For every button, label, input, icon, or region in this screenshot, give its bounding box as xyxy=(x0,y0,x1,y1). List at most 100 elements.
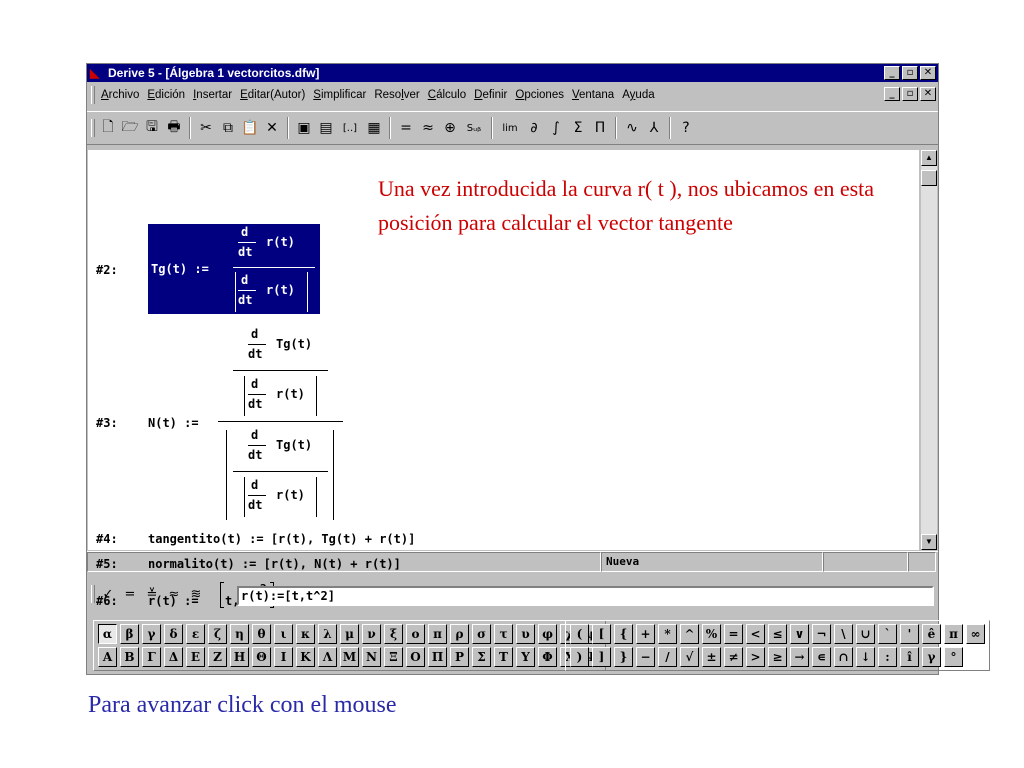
footer-instruction[interactable]: Para avanzar click con el mouse xyxy=(88,692,397,719)
symbol-key[interactable]: % xyxy=(702,624,721,644)
symbol-key[interactable]: ξ xyxy=(384,624,403,644)
symbol-key[interactable]: Τ xyxy=(494,647,513,667)
scroll-up-button[interactable]: ▲ xyxy=(921,150,937,166)
symbol-key[interactable]: φ xyxy=(538,624,557,644)
simplify-icon[interactable]: = xyxy=(395,117,417,139)
symbol-key[interactable]: Α xyxy=(98,647,117,667)
menu-item-archivo[interactable]: Archivo xyxy=(97,89,143,101)
symbol-key[interactable]: σ xyxy=(472,624,491,644)
symbol-key[interactable]: / xyxy=(658,647,677,667)
zoom-icon[interactable]: ⊕ xyxy=(439,117,461,139)
symbol-key[interactable]: ↓ xyxy=(856,647,875,667)
doc-minimize-button[interactable]: _ xyxy=(884,87,900,101)
symbol-key[interactable]: Ι xyxy=(274,647,293,667)
symbol-key[interactable]: κ xyxy=(296,624,315,644)
symbol-key[interactable]: + xyxy=(636,624,655,644)
approximate-icon[interactable]: ≈ xyxy=(417,117,439,139)
symbol-key[interactable]: ± xyxy=(702,647,721,667)
scroll-down-button[interactable]: ▼ xyxy=(921,534,937,550)
symbol-key[interactable]: ∨ xyxy=(790,624,809,644)
symbol-key[interactable]: ) xyxy=(570,647,589,667)
expression-input[interactable] xyxy=(237,586,934,606)
symbol-key[interactable]: \ xyxy=(834,624,853,644)
symbol-key[interactable]: − xyxy=(636,647,655,667)
symbol-key[interactable]: ' xyxy=(900,624,919,644)
symbol-key[interactable]: Κ xyxy=(296,647,315,667)
symbol-key[interactable]: α xyxy=(98,624,117,644)
solve-icon[interactable]: ⅄ xyxy=(643,117,665,139)
symbol-key[interactable]: Θ xyxy=(252,647,271,667)
symbol-key[interactable]: ` xyxy=(878,624,897,644)
symbol-key[interactable]: Λ xyxy=(318,647,337,667)
symbol-key[interactable]: } xyxy=(614,647,633,667)
symbol-key[interactable]: Υ xyxy=(516,647,535,667)
symbol-key[interactable]: ≠ xyxy=(724,647,743,667)
symbol-key[interactable]: Μ xyxy=(340,647,359,667)
expr-4[interactable]: tangentito(t) := [r(t), Tg(t) + r(t)] xyxy=(148,532,415,546)
symbol-key[interactable]: ° xyxy=(944,647,963,667)
author-expression-icon[interactable]: ▣ xyxy=(293,117,315,139)
symbol-key[interactable]: Ρ xyxy=(450,647,469,667)
symbol-key[interactable]: > xyxy=(746,647,765,667)
symbol-key[interactable]: ∊ xyxy=(812,647,831,667)
author-simplify-exact-icon[interactable]: ≚ xyxy=(141,587,163,602)
symbol-key[interactable]: ρ xyxy=(450,624,469,644)
symbol-key[interactable]: ι xyxy=(274,624,293,644)
menu-item-simplificar[interactable]: Simplificar xyxy=(309,89,370,101)
symbol-key[interactable]: √ xyxy=(680,647,699,667)
open-folder-icon[interactable]: 🗁 xyxy=(119,117,141,139)
matrix-grid-icon[interactable]: ▦ xyxy=(363,117,385,139)
author-vector-icon[interactable]: ▤ xyxy=(315,117,337,139)
symbol-key[interactable]: υ xyxy=(516,624,535,644)
menu-item-clculo[interactable]: Cálculo xyxy=(424,89,470,101)
symbol-key[interactable]: ν xyxy=(362,624,381,644)
symbol-key[interactable]: [ xyxy=(592,624,611,644)
menu-item-resolver[interactable]: Resolver xyxy=(370,89,423,101)
author-approximate-icon[interactable]: ≈ xyxy=(163,587,185,602)
help-icon[interactable]: ? xyxy=(675,117,697,139)
symbol-key[interactable]: î xyxy=(900,647,919,667)
symbol-key[interactable]: Ε xyxy=(186,647,205,667)
symbol-key[interactable]: ≥ xyxy=(768,647,787,667)
symbol-key[interactable]: Ζ xyxy=(208,647,227,667)
author-check-icon[interactable]: ✓ xyxy=(97,587,119,602)
menu-item-definir[interactable]: Definir xyxy=(470,89,511,101)
symbol-key[interactable]: : xyxy=(878,647,897,667)
symbol-key[interactable]: Ξ xyxy=(384,647,403,667)
symbol-key[interactable]: Ν xyxy=(362,647,381,667)
symbol-key[interactable]: μ xyxy=(340,624,359,644)
symbol-key[interactable]: ¬ xyxy=(812,624,831,644)
symbol-key[interactable]: Σ xyxy=(472,647,491,667)
delete-icon[interactable]: ✕ xyxy=(261,117,283,139)
symbol-key[interactable]: ο xyxy=(406,624,425,644)
symbol-key[interactable]: ≤ xyxy=(768,624,787,644)
integral-icon[interactable]: ∫ xyxy=(545,117,567,139)
print-icon[interactable]: 🖶 xyxy=(163,117,185,139)
substitute-icon[interactable]: Sᵤᵦ xyxy=(461,117,487,139)
symbol-key[interactable]: π xyxy=(944,624,963,644)
symbol-key[interactable]: { xyxy=(614,624,633,644)
symbol-key[interactable]: γ xyxy=(922,647,941,667)
symbol-key[interactable]: Φ xyxy=(538,647,557,667)
symbol-key[interactable]: * xyxy=(658,624,677,644)
symbol-key[interactable]: ∩ xyxy=(834,647,853,667)
copy-icon[interactable]: ⧉ xyxy=(217,117,239,139)
symbol-key[interactable]: β xyxy=(120,624,139,644)
symbol-key[interactable]: ζ xyxy=(208,624,227,644)
author-simplify-icon[interactable]: = xyxy=(119,587,141,602)
limit-icon[interactable]: lim xyxy=(497,117,523,139)
menu-item-ventana[interactable]: Ventana xyxy=(568,89,618,101)
symbol-key[interactable]: ^ xyxy=(680,624,699,644)
doc-close-button[interactable]: ✕ xyxy=(920,87,936,101)
taylor-icon[interactable]: ∿ xyxy=(621,117,643,139)
symbol-key[interactable]: γ xyxy=(142,624,161,644)
doc-maximize-button[interactable]: ▫ xyxy=(902,87,918,101)
product-icon[interactable]: Π xyxy=(589,117,611,139)
symbol-key[interactable]: Β xyxy=(120,647,139,667)
close-button[interactable]: ✕ xyxy=(920,66,936,80)
cut-icon[interactable]: ✂ xyxy=(195,117,217,139)
symbol-key[interactable]: → xyxy=(790,647,809,667)
derivative-icon[interactable]: ∂ xyxy=(523,117,545,139)
menu-item-opciones[interactable]: Opciones xyxy=(511,89,568,101)
scroll-thumb[interactable] xyxy=(921,170,937,186)
